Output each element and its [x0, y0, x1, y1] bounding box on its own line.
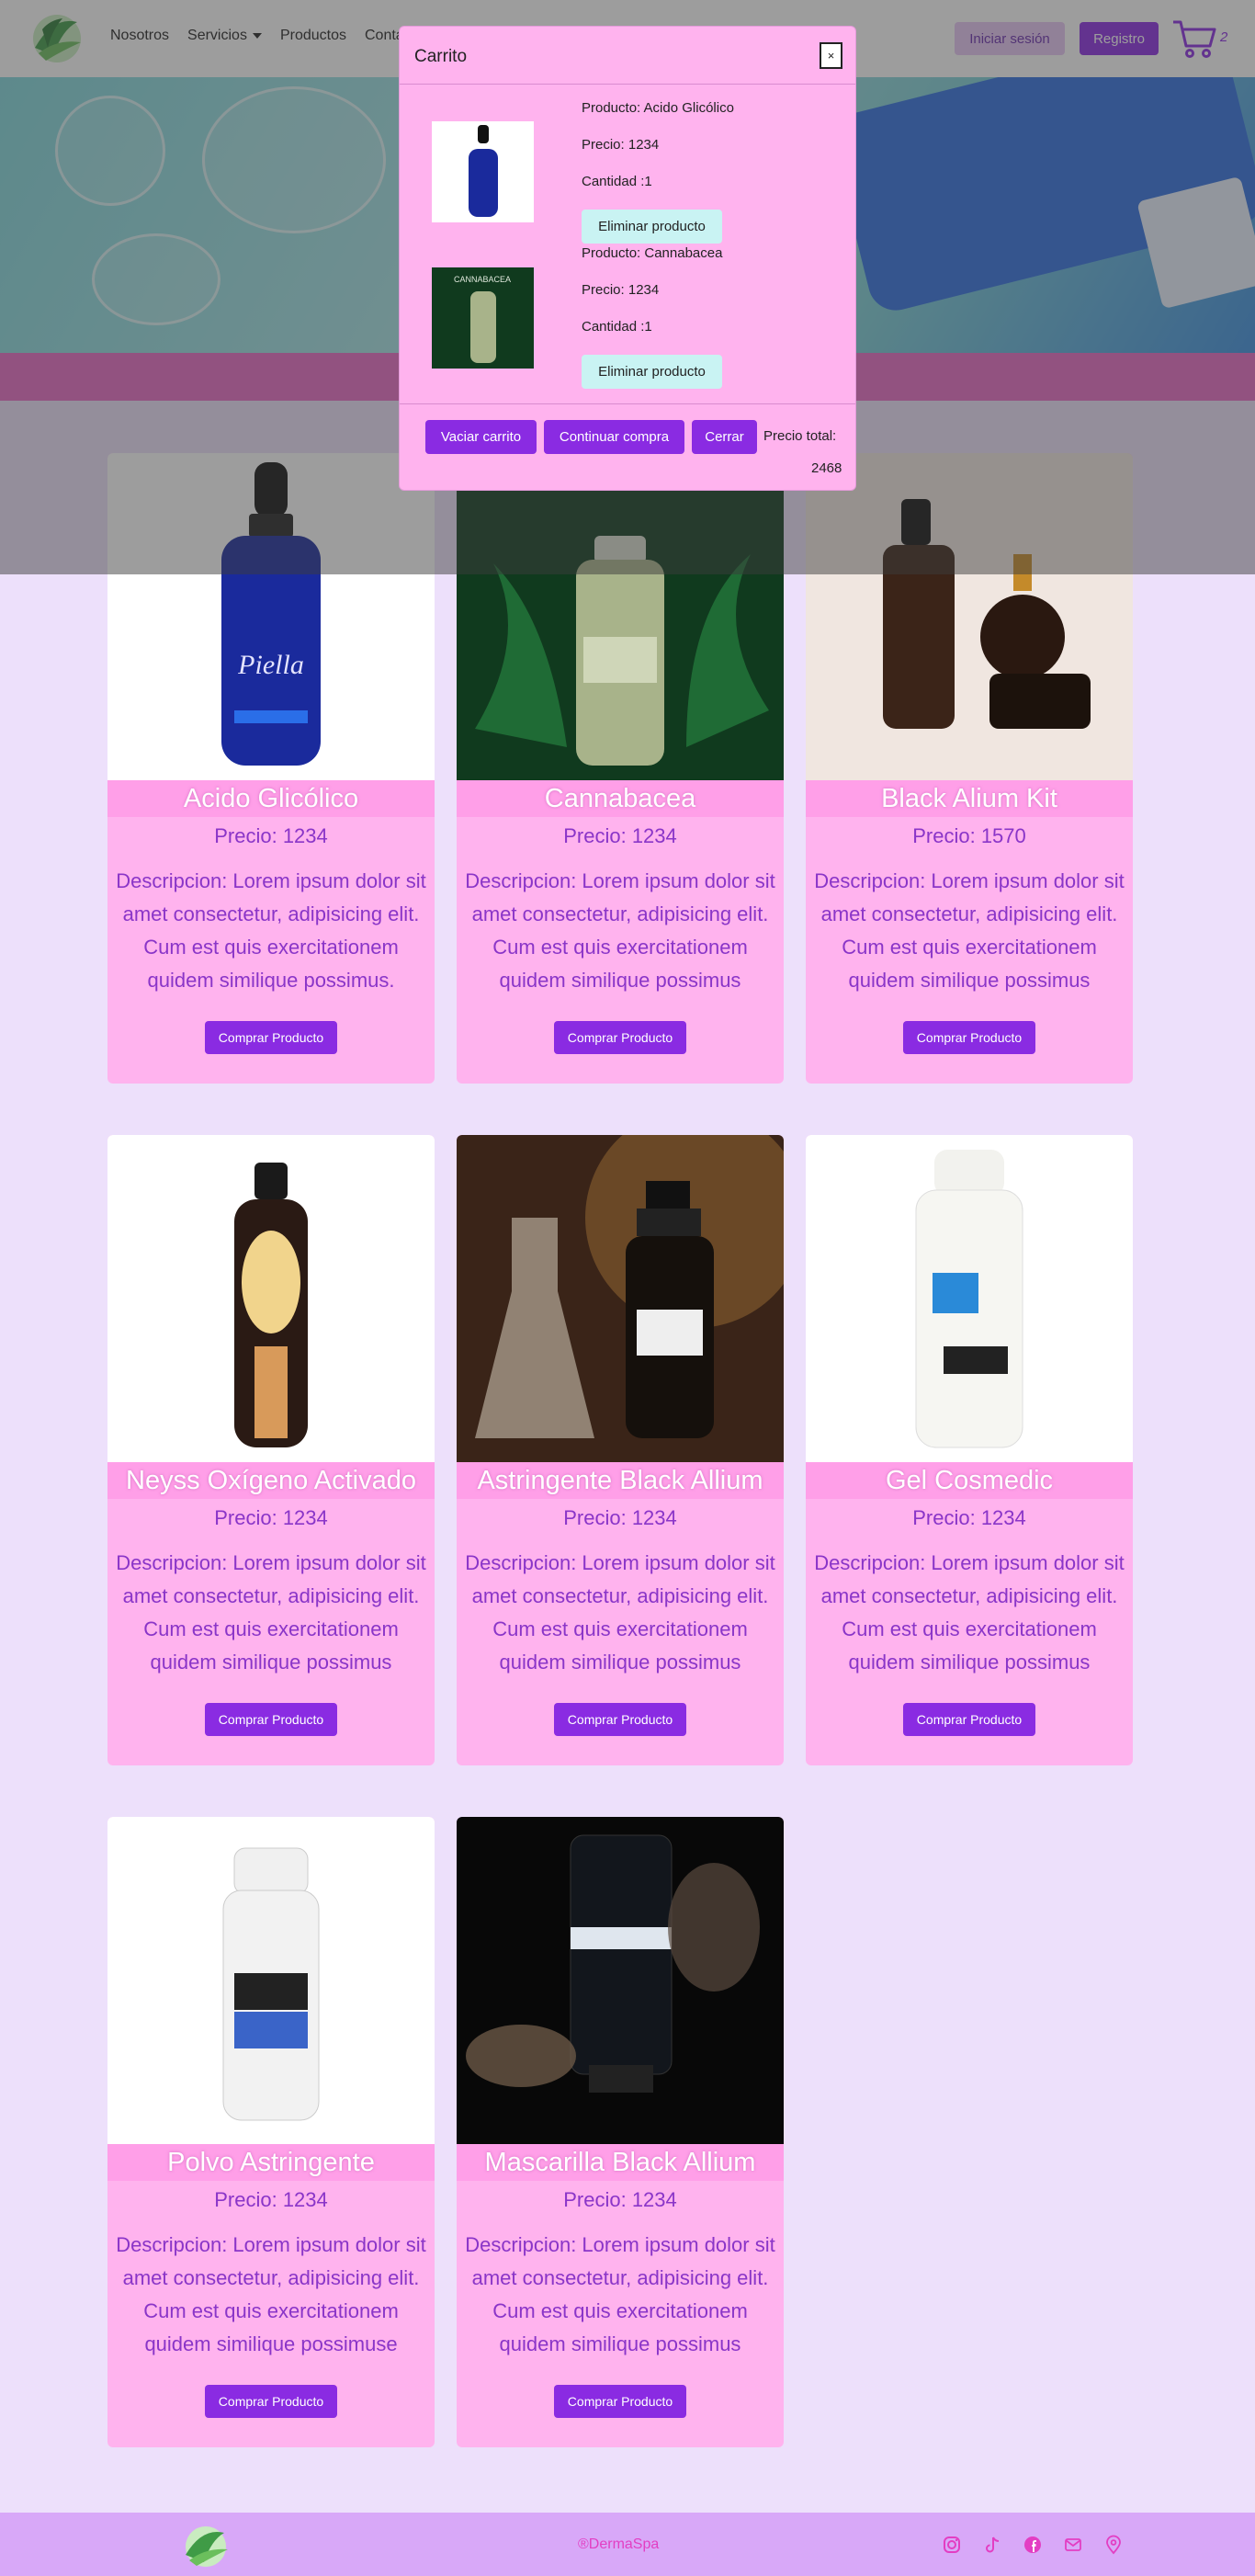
product-name: Neyss Oxígeno Activado [107, 1462, 435, 1499]
footer-copyright: ®DermaSpa [578, 2536, 660, 2552]
modal-title: Carrito [414, 47, 468, 66]
product-card: Astringente Black Allium Precio: 1234 De… [457, 1135, 784, 1765]
product-description: Descripcion: Lorem ipsum dolor sit amet … [116, 1551, 426, 1674]
footer: ®DermaSpa [0, 2513, 1255, 2576]
cart-modal: Carrito × Producto: Acido Glicólico Prec… [399, 26, 856, 491]
buy-product-button[interactable]: Comprar Producto [554, 2385, 686, 2418]
product-description: Descripcion: Lorem ipsum dolor sit amet … [116, 2233, 426, 2355]
product-name: Gel Cosmedic [806, 1462, 1133, 1499]
product-description: Descripcion: Lorem ipsum dolor sit amet … [465, 2233, 775, 2355]
empty-cart-button[interactable]: Vaciar carrito [425, 420, 537, 454]
product-description: Descripcion: Lorem ipsum dolor sit amet … [465, 1551, 775, 1674]
product-price: Precio: 1570 [912, 824, 1026, 847]
cart-item-price: Precio: 1234 [582, 282, 660, 298]
close-modal-button[interactable]: Cerrar [692, 420, 757, 454]
product-price: Precio: 1234 [563, 1506, 677, 1529]
product-card: Polvo Astringente Precio: 1234 Descripci… [107, 1817, 435, 2447]
product-price: Precio: 1234 [214, 1506, 328, 1529]
product-name: Acido Glicólico [107, 780, 435, 817]
product-description: Descripcion: Lorem ipsum dolor sit amet … [814, 869, 1125, 992]
product-price: Precio: 1234 [214, 2188, 328, 2211]
cart-item-price: Precio: 1234 [582, 137, 660, 153]
buy-product-button[interactable]: Comprar Producto [554, 1021, 686, 1054]
remove-product-button[interactable]: Eliminar producto [582, 210, 722, 244]
product-image-astringente-black-allium [457, 1135, 784, 1462]
remove-product-button[interactable]: Eliminar producto [582, 355, 722, 389]
tiktok-icon[interactable] [982, 2535, 1002, 2555]
dermaspa-logo[interactable] [178, 2524, 230, 2570]
cart-item-quantity: Cantidad :1 [582, 319, 652, 335]
product-price: Precio: 1234 [563, 2188, 677, 2211]
product-name: Black Alium Kit [806, 780, 1133, 817]
instagram-icon[interactable] [942, 2535, 962, 2555]
modal-divider [400, 403, 855, 404]
product-description: Descripcion: Lorem ipsum dolor sit amet … [116, 869, 426, 992]
product-name: Astringente Black Allium [457, 1462, 784, 1499]
product-price: Precio: 1234 [214, 824, 328, 847]
svg-text:CANNABACEA: CANNABACEA [454, 275, 511, 284]
product-name: Cannabacea [457, 780, 784, 817]
location-icon[interactable] [1103, 2535, 1124, 2555]
product-image-neyss-oxigeno [107, 1135, 435, 1462]
buy-product-button[interactable]: Comprar Producto [903, 1703, 1035, 1736]
continue-purchase-button[interactable]: Continuar compra [544, 420, 684, 454]
cart-item-image: CANNABACEA [432, 267, 534, 369]
buy-product-button[interactable]: Comprar Producto [205, 2385, 337, 2418]
buy-product-button[interactable]: Comprar Producto [205, 1021, 337, 1054]
cart-item-name: Producto: Acido Glicólico [582, 100, 734, 116]
buy-product-button[interactable]: Comprar Producto [205, 1703, 337, 1736]
product-price: Precio: 1234 [563, 824, 677, 847]
total-price-label: Precio total: [763, 428, 837, 444]
modal-divider [400, 84, 855, 85]
product-description: Descripcion: Lorem ipsum dolor sit amet … [465, 869, 775, 992]
buy-product-button[interactable]: Comprar Producto [554, 1703, 686, 1736]
product-card: Mascarilla Black Allium Precio: 1234 Des… [457, 1817, 784, 2447]
facebook-icon[interactable] [1023, 2535, 1043, 2555]
product-price: Precio: 1234 [912, 1506, 1026, 1529]
svg-text:Piella: Piella [237, 650, 304, 680]
product-name: Polvo Astringente [107, 2144, 435, 2181]
buy-product-button[interactable]: Comprar Producto [903, 1021, 1035, 1054]
cart-item-image [432, 121, 534, 222]
product-card: Gel Cosmedic Precio: 1234 Descripcion: L… [806, 1135, 1133, 1765]
product-image-gel-cosmedic [806, 1135, 1133, 1462]
product-card: Neyss Oxígeno Activado Precio: 1234 Desc… [107, 1135, 435, 1765]
email-icon[interactable] [1063, 2535, 1083, 2555]
product-image-polvo-astringente [107, 1817, 435, 2144]
product-name: Mascarilla Black Allium [457, 2144, 784, 2181]
close-icon[interactable]: × [820, 42, 842, 69]
product-description: Descripcion: Lorem ipsum dolor sit amet … [814, 1551, 1125, 1674]
product-image-mascarilla-black-allium [457, 1817, 784, 2144]
cart-item-quantity: Cantidad :1 [582, 174, 652, 189]
cart-item-name: Producto: Cannabacea [582, 245, 723, 261]
total-price-value: 2468 [811, 460, 842, 476]
